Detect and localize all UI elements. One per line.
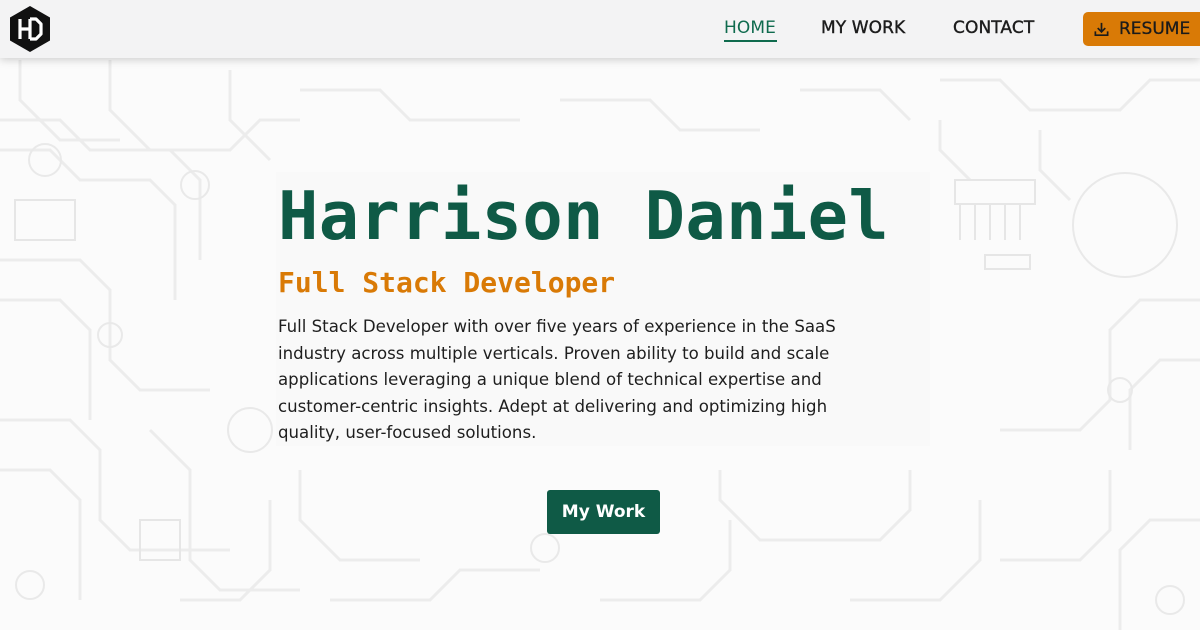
resume-label: RESUME (1119, 19, 1191, 39)
nav-my-work-link[interactable]: MY WORK (821, 18, 906, 38)
nav-contact-link[interactable]: CONTACT (953, 18, 1035, 38)
hero-role: Full Stack Developer (278, 266, 616, 299)
download-icon (1094, 22, 1109, 36)
my-work-button[interactable]: My Work (547, 490, 660, 534)
hero-description: Full Stack Developer with over five year… (278, 317, 836, 443)
nav-home-link[interactable]: HOME (724, 18, 776, 38)
navbar: HOME MY WORK CONTACT RESUME (0, 0, 1200, 58)
hd-hexagon-logo-icon[interactable] (8, 5, 52, 53)
page: HOME MY WORK CONTACT RESUME Harrison Dan… (0, 0, 1200, 630)
nav-active-underline (724, 40, 777, 42)
resume-button[interactable]: RESUME (1083, 12, 1200, 46)
hero-name: Harrison Daniel (278, 177, 890, 255)
